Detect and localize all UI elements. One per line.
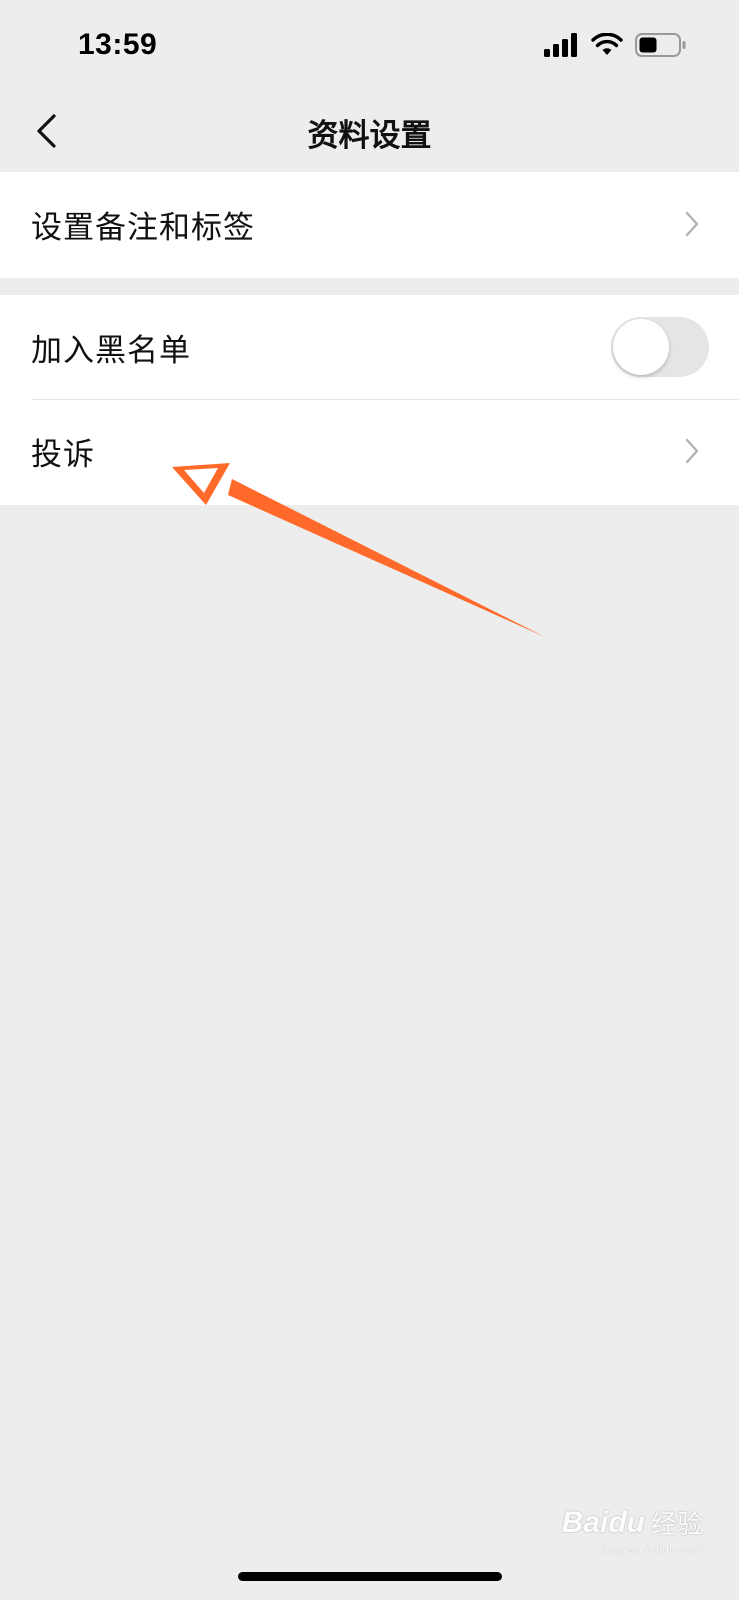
- home-indicator[interactable]: [238, 1572, 502, 1581]
- navigation-bar: 资料设置: [0, 90, 739, 172]
- complaint-row[interactable]: 投诉: [0, 399, 739, 503]
- status-bar: 13:59: [0, 0, 739, 90]
- toggle-knob: [613, 319, 669, 375]
- chevron-right-icon: [685, 211, 699, 237]
- wifi-icon: [591, 33, 623, 55]
- signal-icon: [544, 33, 577, 57]
- status-icons: [543, 33, 687, 57]
- add-to-blacklist-row: 加入黑名单: [0, 295, 739, 399]
- settings-group-privacy: 加入黑名单 投诉: [0, 295, 739, 505]
- baidu-jingyan-watermark: Baidu 经验 jingyan.baidu.com: [561, 1504, 703, 1557]
- watermark-url: jingyan.baidu.com: [601, 1543, 703, 1556]
- set-remark-and-tag-label: 设置备注和标签: [31, 209, 255, 246]
- page-title: 资料设置: [307, 118, 432, 154]
- add-to-blacklist-label: 加入黑名单: [31, 332, 191, 369]
- watermark-text: 经验: [650, 1510, 703, 1540]
- blacklist-toggle[interactable]: [611, 317, 709, 377]
- status-time: 13:59: [78, 28, 158, 61]
- complaint-label: 投诉: [31, 436, 95, 473]
- settings-group-remark: 设置备注和标签: [0, 172, 739, 278]
- battery-icon: [635, 33, 686, 57]
- watermark-brand: Baidu: [561, 1505, 645, 1539]
- set-remark-and-tag-row[interactable]: 设置备注和标签: [0, 172, 739, 276]
- chevron-right-icon: [685, 438, 699, 464]
